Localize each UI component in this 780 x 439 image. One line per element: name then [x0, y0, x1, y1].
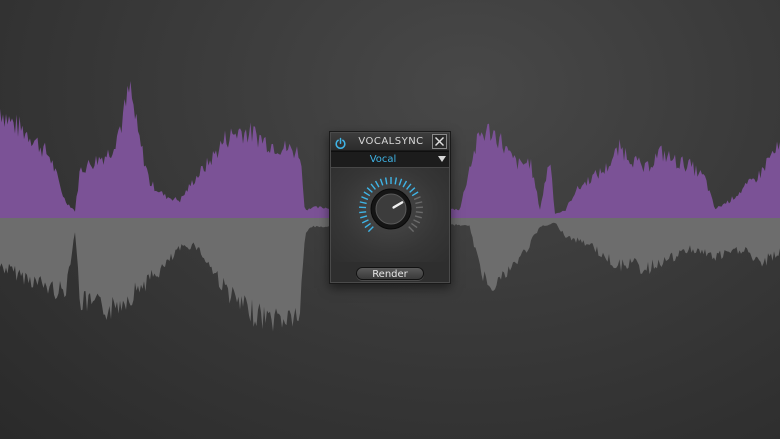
knob-tick: [367, 226, 374, 233]
knob-tick: [384, 177, 388, 185]
knob-tick: [374, 180, 380, 188]
render-button[interactable]: Render: [356, 267, 424, 280]
knob-tick: [361, 196, 369, 201]
knob-tick: [360, 215, 368, 219]
knob-tick: [402, 180, 408, 188]
plugin-titlebar[interactable]: VOCALSYNC: [331, 133, 449, 151]
plugin-title: VOCALSYNC: [358, 136, 424, 147]
knob-tick: [415, 201, 423, 205]
knob-tick: [363, 191, 371, 197]
knob-tick: [411, 191, 419, 197]
vocalsync-plugin-window: VOCALSYNC Vocal Render: [329, 131, 451, 284]
knob-tick: [408, 226, 415, 233]
knob-tick: [409, 187, 416, 193]
knob-tick: [359, 211, 367, 214]
knob-tick: [370, 183, 376, 190]
knob-tick: [361, 219, 369, 224]
knob-tick: [394, 177, 398, 185]
knob-tick: [415, 211, 423, 214]
knob-cap: [375, 193, 407, 225]
knob-tick: [398, 178, 403, 186]
close-button[interactable]: [432, 134, 447, 149]
preset-selected-value: Vocal: [369, 154, 397, 165]
knob-tick: [379, 178, 384, 186]
preset-dropdown[interactable]: Vocal: [331, 151, 449, 168]
close-icon: [435, 137, 444, 146]
knob-tick: [359, 201, 367, 205]
knob-tick: [413, 219, 421, 224]
knob-tick: [406, 183, 412, 190]
knob-tick: [414, 215, 422, 219]
knob-tick: [366, 187, 373, 193]
knob-tick: [410, 222, 418, 229]
amount-knob[interactable]: [357, 175, 425, 243]
knob-tick: [364, 222, 372, 229]
knob-tick: [413, 196, 421, 201]
power-icon[interactable]: [334, 135, 347, 149]
chevron-down-icon: [438, 156, 446, 162]
knob-panel: [331, 168, 449, 262]
editor-canvas: VOCALSYNC Vocal Render: [0, 0, 780, 439]
